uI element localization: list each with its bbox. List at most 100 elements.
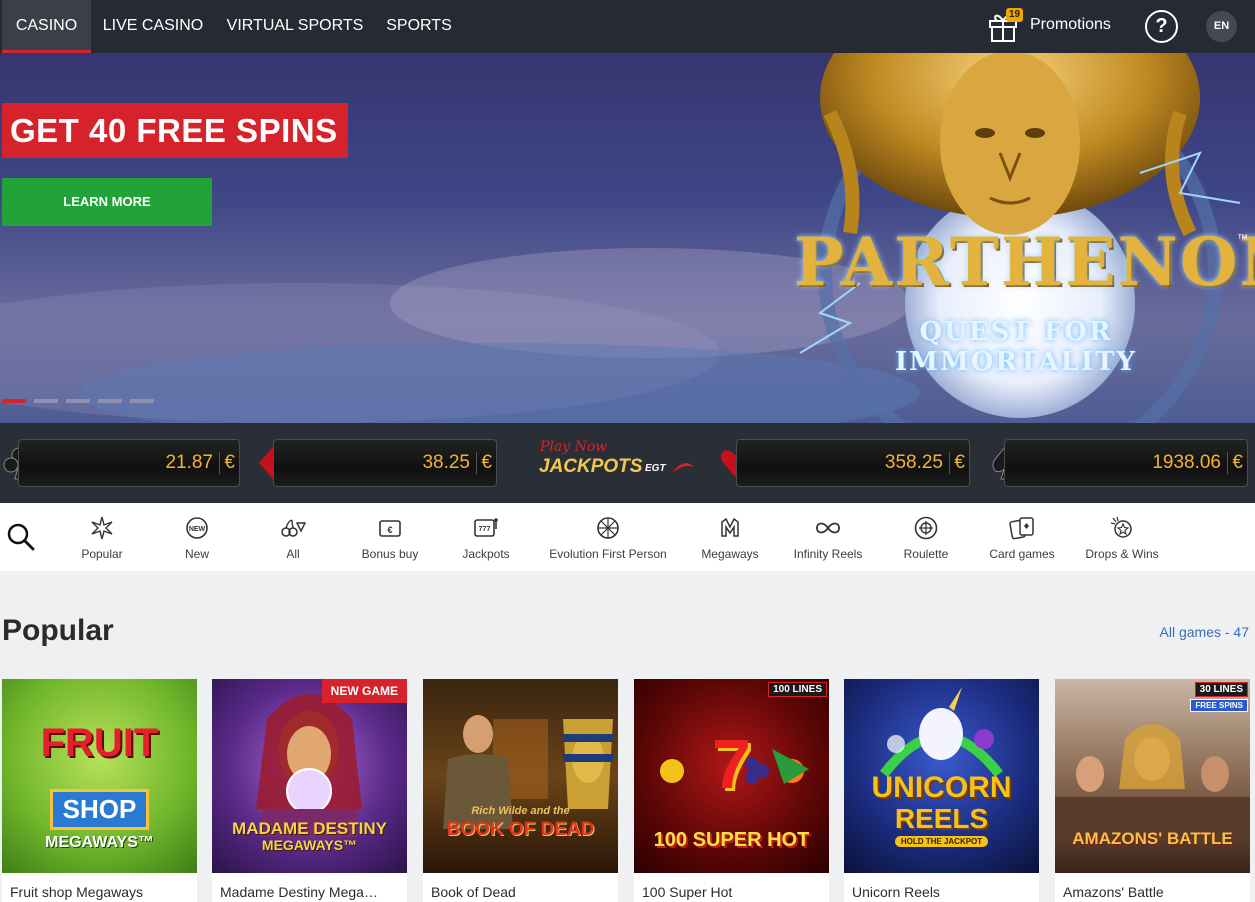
trademark-symbol: ™ (1237, 233, 1248, 245)
tab-virtual-sports[interactable]: VIRTUAL SPORTS (220, 0, 370, 53)
game-art-title: FRUIT (40, 721, 159, 765)
category-label: Bonus buy (361, 547, 419, 561)
game-name: 100 Super Hot (642, 884, 733, 900)
category-label: Evolution First Person (549, 547, 667, 561)
game-art-tag: HOLD THE JACKPOT (894, 836, 989, 847)
category-roulette[interactable]: Roulette (900, 515, 952, 561)
game-art-symbol: 7 (712, 725, 751, 803)
game-tile[interactable]: UNICORN REELS HOLD THE JACKPOT Unicorn R… (844, 679, 1039, 902)
category-jackpots[interactable]: 777 Jackpots (456, 515, 516, 561)
jackpot-bar[interactable]: 21.87 € 38.25 € Play Now JACKPOTS EGT 35… (0, 423, 1255, 503)
game-tile[interactable]: 30 LINES FREE SPINS AMAZONS' BATTLE Amaz… (1055, 679, 1250, 902)
game-thumbnail: 100 LINES 7 100 SUPER HOT (634, 679, 829, 873)
carousel-dot-3[interactable] (66, 399, 90, 403)
hero-banner[interactable]: GET 40 FREE SPINS LEARN MORE PARTHENON ™… (0, 53, 1255, 423)
category-bar: Popular NEW New All € Bonus buy 777 Jack… (0, 503, 1255, 571)
game-art-subtitle: REELS (894, 803, 989, 834)
jackpot-amount: 1938.06 (1152, 452, 1221, 473)
tab-live-casino[interactable]: LIVE CASINO (96, 0, 210, 53)
game-name: Madame Destiny Mega… (220, 884, 378, 900)
swoosh-icon (672, 463, 694, 473)
promo-headline: GET 40 FREE SPINS (2, 103, 348, 158)
category-card-games[interactable]: Card games (986, 515, 1058, 561)
jackpots-logo-tagline: Play Now (540, 439, 608, 455)
game-art-title: 100 SUPER HOT (653, 829, 810, 851)
help-button[interactable]: ? (1145, 10, 1178, 43)
cherries-diamond-icon (281, 519, 307, 537)
promotions-button[interactable]: 19 Promotions (986, 8, 1116, 44)
carousel-dot-4[interactable] (98, 399, 122, 403)
game-logo-subtitle: QUEST FOR IMMORTALITY (895, 317, 1137, 377)
carousel-dot-1[interactable] (2, 399, 26, 403)
game-thumbnail: FRUIT SHOP MEGAWAYS™ (2, 679, 197, 873)
jackpot-currency: € (949, 452, 965, 474)
game-name: Unicorn Reels (852, 884, 940, 900)
category-drops-wins[interactable]: Drops & Wins (1082, 515, 1162, 561)
roulette-icon (914, 516, 938, 540)
game-thumbnail: 30 LINES FREE SPINS AMAZONS' BATTLE (1055, 679, 1250, 873)
playing-cards-icon (1009, 517, 1034, 540)
game-name: Book of Dead (431, 884, 516, 900)
jackpot-diamond: 38.25 € (273, 439, 497, 487)
game-tile[interactable]: 100 LINES 7 100 SUPER HOT 100 Super Hot (634, 679, 829, 902)
category-label: All (286, 547, 300, 561)
game-art-title: BOOK OF DEAD (446, 819, 595, 840)
section-title: Popular (2, 614, 114, 647)
jackpot-spade: 1938.06 € (1004, 439, 1248, 487)
category-megaways[interactable]: Megaways (698, 515, 762, 561)
jackpot-amount: 21.87 (165, 452, 213, 473)
promotions-count-badge: 19 (1006, 8, 1024, 22)
game-tile[interactable]: FRUIT SHOP MEGAWAYS™ Fruit shop Megaways (2, 679, 197, 902)
game-thumbnail: Rich Wilde and the BOOK OF DEAD (423, 679, 618, 873)
all-games-link[interactable]: All games - 47 (1160, 624, 1249, 640)
language-selector[interactable]: EN (1206, 11, 1237, 42)
infinity-icon (816, 522, 840, 534)
slot-777-icon: 777 (474, 518, 498, 537)
jackpot-club: 21.87 € (18, 439, 240, 487)
wallet-euro-icon: € (379, 520, 401, 537)
top-navigation: CASINO LIVE CASINO VIRTUAL SPORTS SPORTS… (0, 0, 1255, 53)
game-thumbnail: UNICORN REELS HOLD THE JACKPOT (844, 679, 1039, 873)
game-name: Fruit shop Megaways (10, 884, 144, 900)
game-thumbnail: NEW GAME MADAME DESTINY MEGAWAYS™ (212, 679, 407, 873)
game-tile[interactable]: NEW GAME MADAME DESTINY MEGAWAYS™ Madame… (212, 679, 407, 902)
game-art-title: UNICORN (871, 771, 1012, 804)
tab-casino[interactable]: CASINO (2, 0, 91, 53)
category-infinity-reels[interactable]: Infinity Reels (790, 515, 866, 561)
category-label: Infinity Reels (793, 547, 863, 561)
game-tile[interactable]: Rich Wilde and the BOOK OF DEAD Book of … (423, 679, 618, 902)
category-label: Card games (989, 547, 1055, 561)
learn-more-button[interactable]: LEARN MORE (2, 178, 212, 226)
game-art-subtitle: MEGAWAYS™ (261, 837, 358, 853)
game-art-subtitle: SHOP (49, 789, 150, 830)
megaways-icon (721, 517, 739, 537)
category-label: Popular (81, 547, 123, 561)
category-all[interactable]: All (270, 515, 316, 561)
game-art-tag: MEGAWAYS™ (45, 834, 154, 851)
jackpot-currency: € (476, 452, 492, 474)
jackpots-logo-text: JACKPOTS (539, 456, 643, 477)
category-evolution-first-person[interactable]: Evolution First Person (546, 515, 670, 561)
tab-sports[interactable]: SPORTS (378, 0, 460, 53)
category-label: Roulette (903, 547, 949, 561)
category-label: Jackpots (462, 547, 510, 561)
new-game-badge: NEW GAME (321, 679, 407, 703)
category-popular[interactable]: Popular (72, 515, 132, 561)
search-icon[interactable] (6, 522, 36, 552)
category-label: New (184, 547, 209, 561)
game-name: Amazons' Battle (1063, 884, 1164, 900)
carousel-dot-2[interactable] (34, 399, 58, 403)
category-label: Megaways (701, 547, 759, 561)
game-art-title: AMAZONS' BATTLE (1072, 829, 1233, 848)
category-new[interactable]: NEW New (172, 515, 222, 561)
category-label: Drops & Wins (1085, 547, 1159, 561)
category-bonus-buy[interactable]: € Bonus buy (358, 515, 422, 561)
jackpot-heart: 358.25 € (736, 439, 970, 487)
carousel-dot-5[interactable] (130, 399, 154, 403)
game-art-tagline: Rich Wilde and the (471, 805, 570, 817)
svg-text:NEW: NEW (189, 526, 206, 533)
jackpot-amount: 38.25 (422, 452, 470, 473)
explorer-art (443, 715, 613, 829)
jackpot-currency: € (219, 452, 235, 474)
wheel-icon (597, 517, 619, 539)
